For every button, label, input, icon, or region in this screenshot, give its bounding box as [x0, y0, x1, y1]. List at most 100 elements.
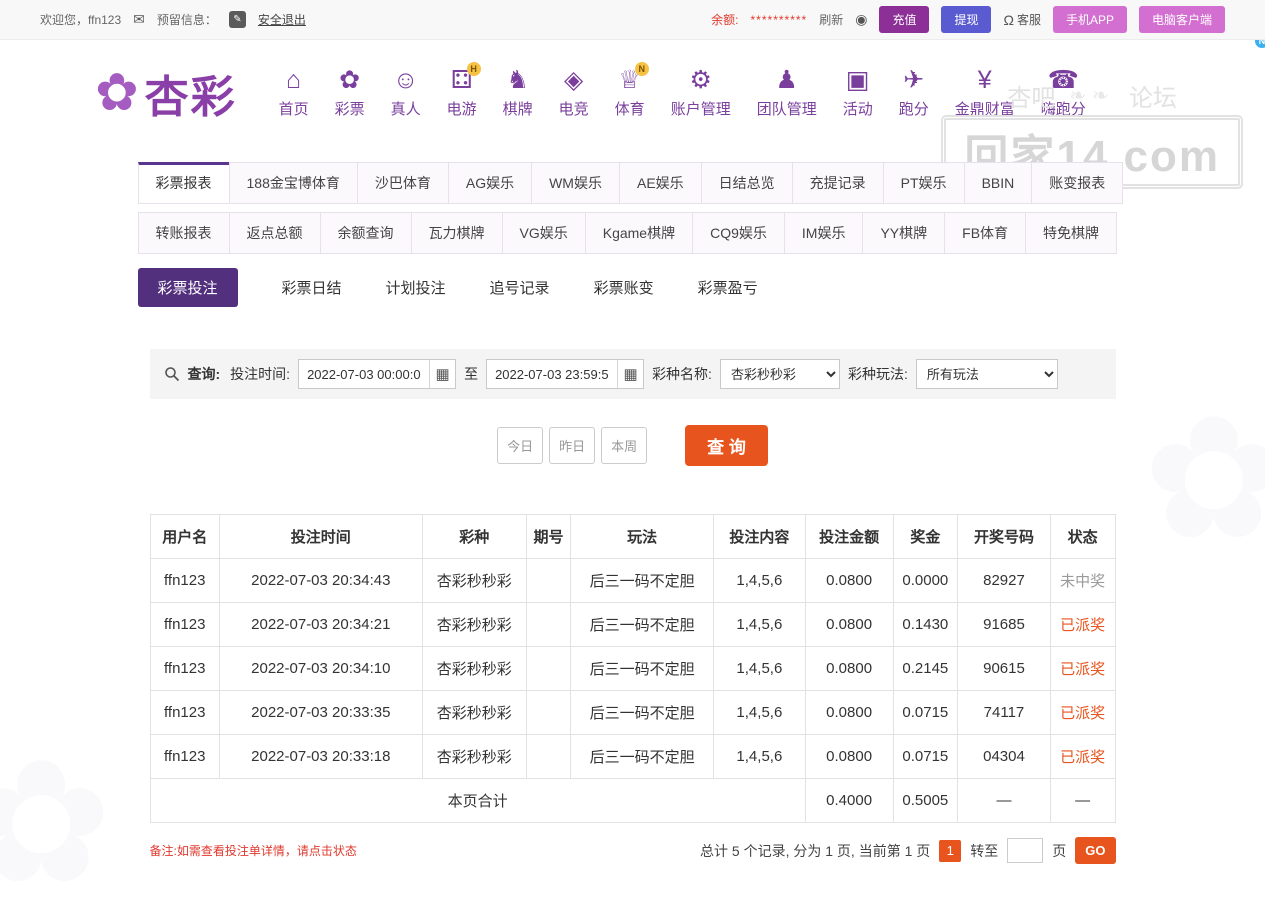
report-tab[interactable]: VG娱乐 — [502, 212, 586, 254]
report-tab[interactable]: 转账报表 — [138, 212, 230, 254]
calendar-icon[interactable]: ▦ — [429, 360, 455, 388]
report-tab[interactable]: 瓦力棋牌 — [411, 212, 503, 254]
report-tab[interactable]: AE娱乐 — [619, 162, 702, 204]
nav-item-account-management[interactable]: ⚙ 账户管理 — [671, 68, 731, 119]
nav-label: 电游 — [447, 98, 477, 119]
nav-label: 彩票 — [335, 98, 365, 119]
sub-tab-bet-records[interactable]: 彩票投注 — [138, 268, 238, 307]
sub-tab-daily-summary[interactable]: 彩票日结 — [282, 268, 342, 307]
pagination: 总计 5 个记录, 分为 1 页, 当前第 1 页 1 转至 页 GO — [700, 837, 1116, 864]
envelope-icon[interactable]: ✉ — [133, 11, 145, 28]
report-tab[interactable]: 188金宝博体育 — [229, 162, 358, 204]
report-tab[interactable]: 日结总览 — [701, 162, 793, 204]
edit-icon[interactable]: ✎ — [229, 11, 246, 28]
report-tab[interactable]: 返点总额 — [229, 212, 321, 254]
summary-bet-amount: 0.4000 — [805, 779, 893, 823]
cell-status[interactable]: 已派奖 — [1050, 735, 1115, 779]
nav-item-team-management[interactable]: ♟ 团队管理 — [757, 68, 817, 119]
table-row: ffn123 2022-07-03 20:34:43 杏彩秒秒彩 后三一码不定胆… — [150, 559, 1115, 603]
this-week-button[interactable]: 本周 — [601, 427, 647, 464]
report-tab[interactable]: WM娱乐 — [531, 162, 620, 204]
sub-tab-account-changes[interactable]: 彩票账变 — [594, 268, 654, 307]
cell-bet-content: 1,4,5,6 — [714, 691, 806, 735]
watermark-text: 论坛 — [1129, 78, 1177, 113]
col-bet-content: 投注内容 — [714, 515, 806, 559]
cell-username: ffn123 — [150, 647, 219, 691]
report-tabs-row-2: 转账报表 返点总额 余额查询 瓦力棋牌 VG娱乐 Kgame棋牌 CQ9娱乐 I… — [138, 212, 1128, 254]
go-button[interactable]: GO — [1075, 837, 1115, 864]
nav-item-egames[interactable]: ⚃ 电游 H — [447, 68, 477, 119]
report-tab[interactable]: AG娱乐 — [448, 162, 532, 204]
refresh-link[interactable]: 刷新 — [819, 11, 843, 28]
report-tab[interactable]: 账变报表 — [1031, 162, 1123, 204]
esports-icon: ◈ — [564, 68, 583, 93]
cell-status[interactable]: 已派奖 — [1050, 691, 1115, 735]
withdraw-button[interactable]: 提现 — [941, 6, 991, 33]
note-text: 备注:如需查看投注单详情，请点击状态 — [150, 842, 357, 859]
nav-item-paofen[interactable]: ✈ 跑分 — [899, 68, 929, 119]
pc-client-button[interactable]: 电脑客户端 — [1139, 6, 1225, 33]
cell-bet-time: 2022-07-03 20:34:21 — [219, 603, 422, 647]
report-tab[interactable]: 充提记录 — [792, 162, 884, 204]
cell-status[interactable]: 未中奖 — [1050, 559, 1115, 603]
end-time-input[interactable] — [487, 360, 617, 388]
report-tab[interactable]: Kgame棋牌 — [585, 212, 693, 254]
current-page-button[interactable]: 1 — [939, 840, 961, 862]
nav-item-live-casino[interactable]: ☺ 真人 N — [391, 68, 421, 119]
sub-tab-chase-records[interactable]: 追号记录 — [490, 268, 550, 307]
sub-tab-plan-bets[interactable]: 计划投注 — [386, 268, 446, 307]
cell-lottery: 杏彩秒秒彩 — [422, 735, 526, 779]
cell-play-type: 后三一码不定胆 — [571, 735, 714, 779]
nav-item-sports[interactable]: ♕ 体育 N — [615, 68, 645, 119]
sub-tab-profit-loss[interactable]: 彩票盈亏 — [698, 268, 758, 307]
nav-item-activities[interactable]: ▣ 活动 — [843, 68, 873, 119]
cell-bet-time: 2022-07-03 20:34:10 — [219, 647, 422, 691]
cell-lottery: 杏彩秒秒彩 — [422, 603, 526, 647]
table-row: ffn123 2022-07-03 20:34:21 杏彩秒秒彩 后三一码不定胆… — [150, 603, 1115, 647]
summary-label: 本页合计 — [150, 779, 805, 823]
goto-page-input[interactable] — [1007, 838, 1043, 863]
report-tab[interactable]: 特免棋牌 — [1025, 212, 1117, 254]
live-casino-icon: ☺ — [393, 68, 419, 93]
play-type-select[interactable]: 所有玩法 — [916, 359, 1058, 389]
nav-item-board-games[interactable]: ♞ 棋牌 — [503, 68, 533, 119]
customer-service-link[interactable]: Ω 客服 — [1003, 11, 1040, 28]
report-tab[interactable]: BBIN — [964, 162, 1033, 204]
today-button[interactable]: 今日 — [497, 427, 543, 464]
cell-status[interactable]: 已派奖 — [1050, 603, 1115, 647]
cell-status[interactable]: 已派奖 — [1050, 647, 1115, 691]
nav-item-home[interactable]: ⌂ 首页 — [279, 68, 309, 119]
cell-bet-time: 2022-07-03 20:34:43 — [219, 559, 422, 603]
recharge-button[interactable]: 充值 — [879, 6, 929, 33]
logout-link[interactable]: 安全退出 — [258, 11, 306, 28]
cell-draw-number: 74117 — [958, 691, 1051, 735]
report-tabs-row-1: 彩票报表 188金宝博体育 沙巴体育 AG娱乐 WM娱乐 AE娱乐 日结总览 充… — [138, 162, 1128, 204]
search-submit-button[interactable]: 查 询 — [685, 425, 768, 466]
nav-item-wealth[interactable]: ¥ 金鼎财富 — [955, 68, 1015, 119]
report-panel: 查询: 投注时间: ▦ 至 ▦ 彩种名称: 杏彩秒秒彩 彩种玩法: 所有玩法 今… — [150, 349, 1116, 898]
pagination-summary: 总计 5 个记录, 分为 1 页, 当前第 1 页 — [700, 841, 930, 861]
cell-play-type: 后三一码不定胆 — [571, 647, 714, 691]
report-tab[interactable]: YY棋牌 — [862, 212, 945, 254]
report-tab[interactable]: PT娱乐 — [883, 162, 965, 204]
cell-draw-number: 90615 — [958, 647, 1051, 691]
yesterday-button[interactable]: 昨日 — [549, 427, 595, 464]
nav-label: 电竞 — [559, 98, 589, 119]
col-status: 状态 — [1050, 515, 1115, 559]
start-time-input[interactable] — [299, 360, 429, 388]
nav-item-esports[interactable]: ◈ 电竞 — [559, 68, 589, 119]
report-tab[interactable]: 余额查询 — [320, 212, 412, 254]
report-tab[interactable]: 彩票报表 — [138, 162, 230, 204]
brand-logo[interactable]: ✿ 杏彩 — [95, 61, 237, 125]
report-tab[interactable]: FB体育 — [944, 212, 1026, 254]
mobile-app-button[interactable]: 手机APP — [1053, 6, 1127, 33]
report-tab[interactable]: 沙巴体育 — [357, 162, 449, 204]
nav-item-hi-paofen[interactable]: ☎ 嗨跑分 — [1041, 68, 1086, 119]
nav-label: 团队管理 — [757, 98, 817, 119]
calendar-icon[interactable]: ▦ — [617, 360, 643, 388]
report-tab[interactable]: IM娱乐 — [784, 212, 864, 254]
report-tab[interactable]: CQ9娱乐 — [692, 212, 785, 254]
eye-icon[interactable]: ◉ — [855, 11, 867, 28]
lottery-name-select[interactable]: 杏彩秒秒彩 — [720, 359, 840, 389]
nav-item-lottery[interactable]: ✿ 彩票 — [335, 68, 365, 119]
